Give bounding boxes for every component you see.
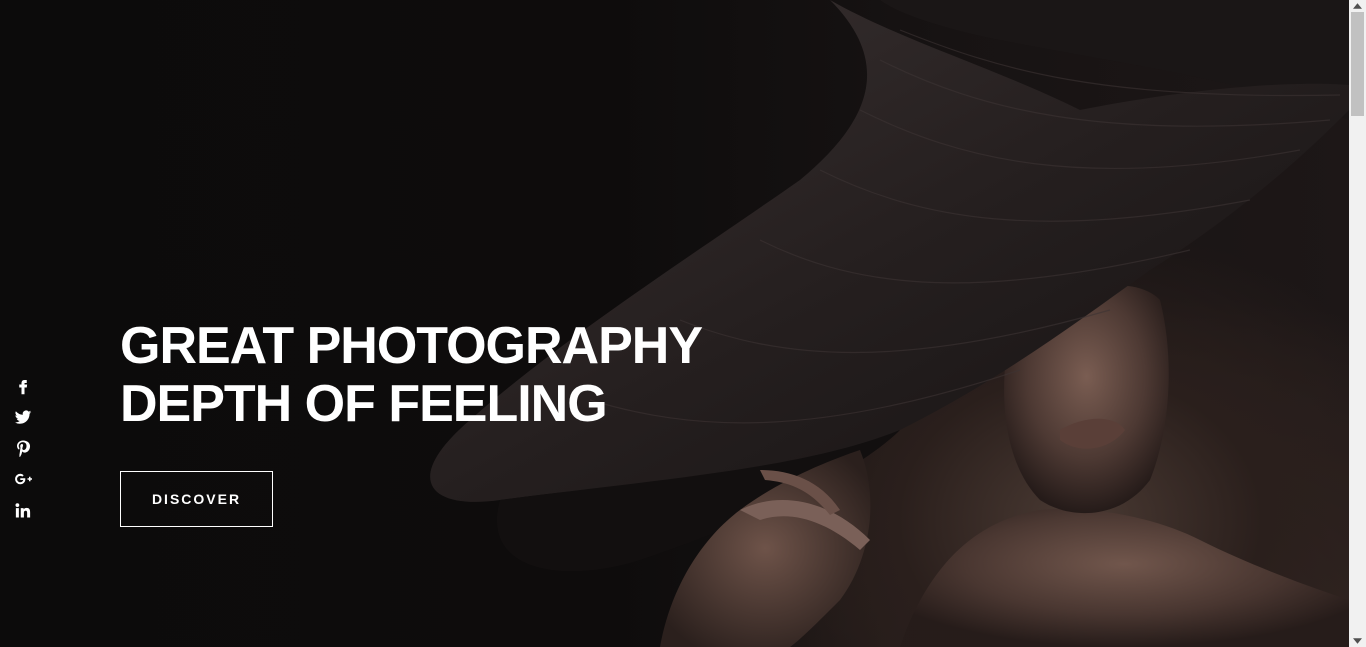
headline-line-2: DEPTH OF FEELING <box>120 375 608 433</box>
hero-headline: GREAT PHOTOGRAPHY DEPTH OF FEELING <box>120 317 703 433</box>
google-plus-icon <box>15 473 32 485</box>
twitter-icon <box>14 410 32 424</box>
twitter-link[interactable] <box>13 407 33 427</box>
pinterest-link[interactable] <box>13 438 33 458</box>
scroll-up-arrow-icon[interactable] <box>1349 0 1366 12</box>
headline-line-1: GREAT PHOTOGRAPHY <box>120 317 703 375</box>
facebook-icon <box>19 380 28 395</box>
vertical-scrollbar[interactable] <box>1349 0 1366 647</box>
social-links <box>12 376 34 520</box>
scrollbar-thumb[interactable] <box>1351 12 1364 116</box>
discover-button[interactable]: DISCOVER <box>120 471 273 527</box>
linkedin-icon <box>15 503 31 518</box>
linkedin-link[interactable] <box>13 500 33 520</box>
pinterest-icon <box>17 440 31 457</box>
facebook-link[interactable] <box>13 376 33 396</box>
google-plus-link[interactable] <box>13 469 33 489</box>
scroll-down-arrow-icon[interactable] <box>1349 635 1366 647</box>
